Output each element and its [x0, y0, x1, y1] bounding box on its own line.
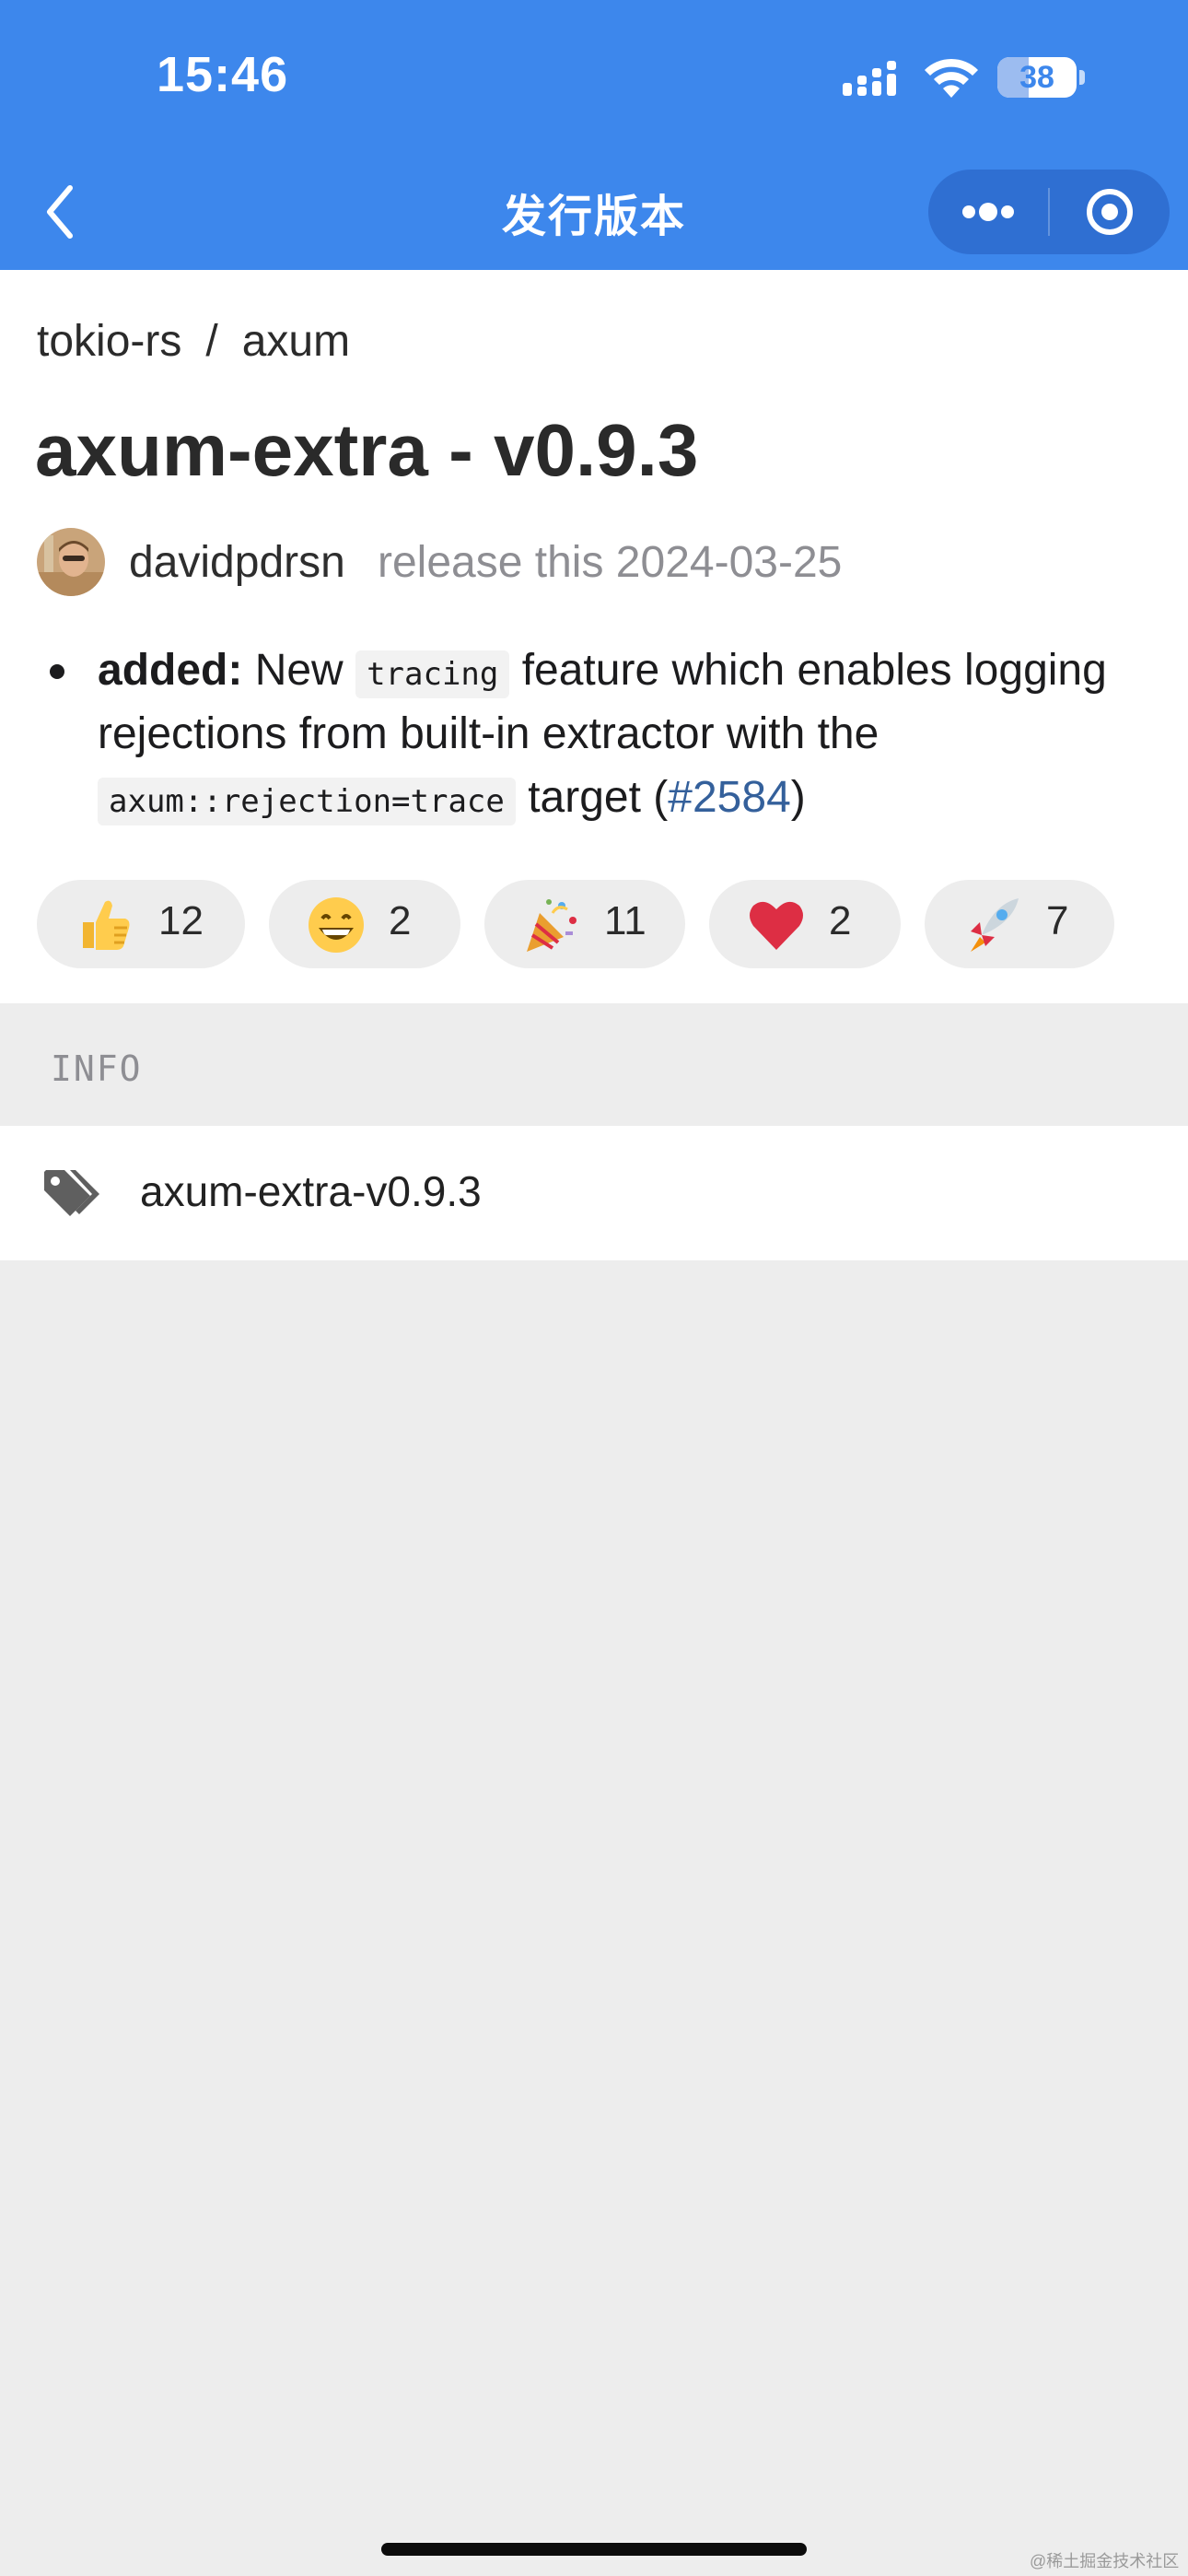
breadcrumb: tokio-rs / axum — [37, 316, 350, 367]
release-card: tokio-rs / axum axum-extra - v0.9.3 davidp… — [0, 270, 1188, 1003]
mini-program-capsule — [928, 170, 1170, 254]
party-popper-icon — [527, 899, 577, 952]
note-text-2: feature which enables logging — [521, 646, 1107, 695]
breadcrumb-separator: / — [205, 317, 218, 366]
tags-icon — [44, 1170, 99, 1216]
red-heart-icon — [750, 901, 803, 950]
close-miniprogram-button[interactable] — [1050, 170, 1170, 254]
note-line-3: axum::rejection=trace target (#2584) — [98, 766, 1184, 829]
note-line-2: rejections from built-in extractor with … — [98, 702, 1184, 766]
reaction-grinning[interactable]: 2 — [269, 880, 460, 968]
reaction-heart[interactable]: 2 — [709, 880, 901, 968]
note-text-3: rejections from built-in extractor with … — [98, 709, 879, 758]
reaction-count: 11 — [604, 898, 646, 943]
breadcrumb-owner[interactable]: tokio-rs — [37, 316, 181, 367]
app-header: 15:46 38 发行版本 — [0, 0, 1188, 270]
rocket-icon — [971, 898, 1019, 952]
pr-link[interactable]: #2584 — [668, 773, 790, 822]
reactions-bar: 12 2 11 2 7 — [37, 880, 1170, 968]
avatar[interactable] — [37, 528, 105, 596]
code-tracing: tracing — [355, 650, 510, 698]
breadcrumb-repo[interactable]: axum — [242, 316, 350, 367]
section-header-info: INFO — [51, 1048, 143, 1089]
cellular-signal-icon — [843, 61, 896, 96]
release-author[interactable]: davidpdrsn — [129, 537, 345, 588]
reaction-rocket[interactable]: 7 — [925, 880, 1114, 968]
note-text-5: ) — [790, 773, 806, 822]
reaction-count: 12 — [158, 898, 204, 943]
reaction-hooray[interactable]: 11 — [484, 880, 685, 968]
list-item: added: New tracing feature which enables… — [98, 638, 1184, 829]
reaction-count: 2 — [389, 898, 412, 943]
reaction-count: 2 — [829, 898, 852, 943]
tag-name: axum-extra-v0.9.3 — [140, 1167, 482, 1215]
battery-level: 38 — [1019, 60, 1054, 95]
note-label: added: — [98, 646, 243, 695]
battery-icon: 38 — [997, 57, 1077, 98]
reaction-thumbs-up[interactable]: 12 — [37, 880, 245, 968]
home-indicator — [381, 2543, 807, 2556]
more-button[interactable] — [928, 170, 1048, 254]
note-text-1: New — [254, 646, 344, 695]
note-text-4: target ( — [528, 773, 669, 822]
target-circle-icon — [1087, 189, 1133, 235]
watermark: @稀土掘金技术社区 — [1030, 2552, 1180, 2570]
release-title: axum-extra - v0.9.3 — [35, 409, 699, 491]
grinning-face-icon — [309, 897, 364, 953]
wifi-icon — [925, 58, 978, 98]
more-dots-icon — [962, 203, 1014, 221]
status-time: 15:46 — [157, 47, 289, 102]
tag-row[interactable]: axum-extra-v0.9.3 — [0, 1126, 1188, 1260]
reaction-count: 7 — [1046, 898, 1069, 943]
thumbs-up-icon — [83, 900, 130, 950]
note-line-1: added: New tracing feature which enables… — [98, 638, 1184, 702]
code-rejection-trace: axum::rejection=trace — [98, 778, 516, 825]
battery-tip — [1079, 70, 1085, 85]
list-bullet — [50, 664, 64, 679]
author-avatar-image — [37, 528, 105, 596]
release-date: release this 2024-03-25 — [378, 538, 843, 587]
